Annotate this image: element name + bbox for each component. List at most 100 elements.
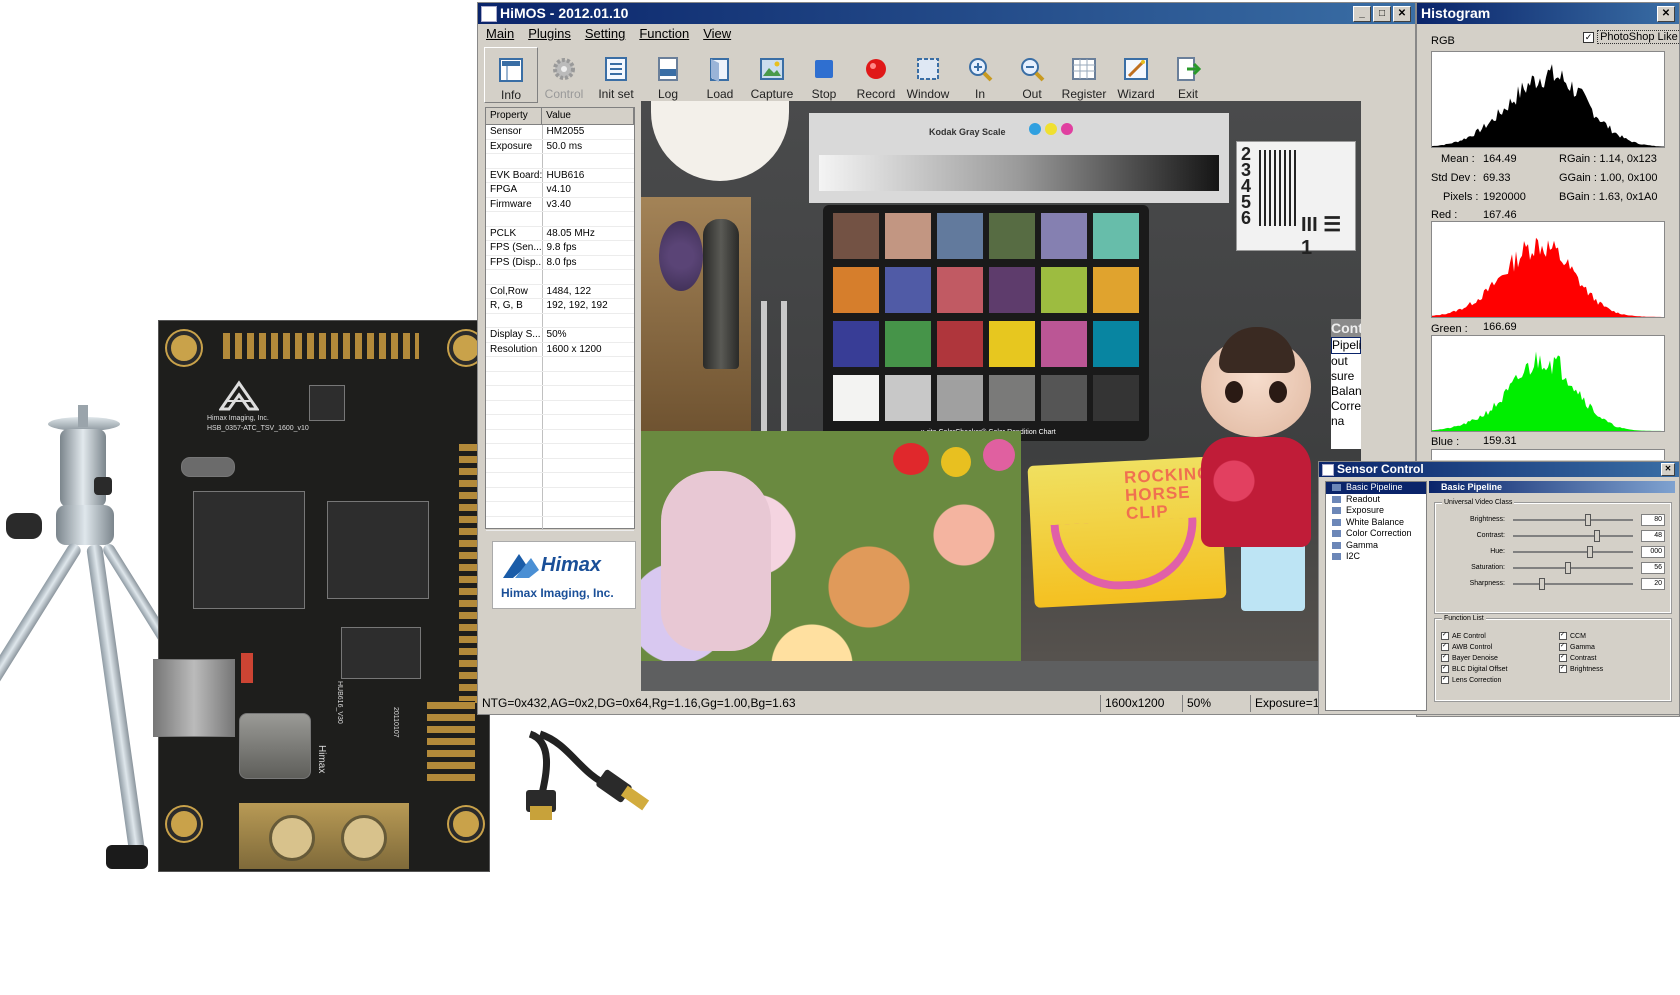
slider-track[interactable]: [1513, 551, 1633, 553]
info-button[interactable]: Info: [484, 47, 538, 103]
slider-value[interactable]: 48: [1641, 530, 1665, 542]
control-button[interactable]: Control: [538, 47, 590, 101]
property-name: Exposure: [486, 139, 543, 153]
slider-track[interactable]: [1513, 567, 1633, 569]
maximize-button[interactable]: □: [1373, 6, 1391, 22]
property-name: Resolution: [486, 342, 543, 356]
init-set-button[interactable]: Init set: [590, 47, 642, 101]
slider-track[interactable]: [1513, 519, 1633, 521]
register-button[interactable]: Register: [1058, 47, 1110, 101]
function-checkbox[interactable]: ✓ AWB Control: [1441, 643, 1492, 651]
slider-thumb[interactable]: [1584, 514, 1591, 526]
tree-item-i2c[interactable]: I2C: [1326, 551, 1426, 563]
property-row[interactable]: Resolution 1600 x 1200: [486, 342, 634, 357]
gray-scale-label: Kodak Gray Scale: [929, 127, 1006, 137]
tree-item-gamma[interactable]: Gamma: [1326, 540, 1426, 552]
slider-track[interactable]: [1513, 583, 1633, 585]
basic-pipeline-panel: Basic Pipeline Universal Video Class Bri…: [1429, 481, 1675, 709]
menu-main[interactable]: Main: [486, 24, 514, 44]
property-value: [543, 270, 634, 284]
color-patch: [989, 321, 1035, 367]
tree-item-readout[interactable]: Readout: [1326, 494, 1426, 506]
close-button[interactable]: ✕: [1393, 6, 1411, 22]
function-checkbox[interactable]: ✓ AE Control: [1441, 632, 1486, 640]
record-button[interactable]: Record: [850, 47, 902, 101]
property-name: FPS (Sen...: [486, 241, 543, 255]
property-row[interactable]: FPS (Disp... 8.0 fps: [486, 255, 634, 270]
slider-value[interactable]: 20: [1641, 578, 1665, 590]
capture-button[interactable]: Capture: [746, 47, 798, 101]
menu-function[interactable]: Function: [639, 24, 689, 44]
property-row[interactable]: Col,Row 1484, 122: [486, 284, 634, 299]
slider-thumb[interactable]: [1594, 530, 1601, 542]
tree-item-exposure[interactable]: Exposure: [1326, 505, 1426, 517]
property-row[interactable]: FPS (Sen... 9.8 fps: [486, 241, 634, 256]
rgb-label: RGB: [1431, 35, 1455, 47]
histogram-close-button[interactable]: ✕: [1657, 6, 1675, 22]
function-checkbox[interactable]: ✓ Bayer Denoise: [1441, 654, 1498, 662]
tree-item-color-correction[interactable]: Color Correction: [1326, 528, 1426, 540]
slider-value[interactable]: 56: [1641, 562, 1665, 574]
property-row[interactable]: EVK Board: HUB616: [486, 168, 634, 183]
register-icon: [1072, 58, 1096, 80]
property-value: HM2055: [546, 126, 585, 137]
slider-thumb[interactable]: [1538, 578, 1545, 590]
gray-scale-card: Kodak Gray Scale: [809, 113, 1229, 203]
record-icon: [866, 59, 886, 79]
function-checkbox[interactable]: ✓ Lens Correction: [1441, 676, 1501, 684]
menu-setting[interactable]: Setting: [585, 24, 625, 44]
property-row[interactable]: [486, 154, 634, 169]
property-row[interactable]: [486, 270, 634, 285]
exit-button[interactable]: Exit: [1162, 47, 1214, 101]
property-row[interactable]: Display S... 50%: [486, 328, 634, 343]
tree-item-white-balance[interactable]: White Balance: [1326, 517, 1426, 529]
slider-value[interactable]: 000: [1641, 546, 1665, 558]
window-titlebar[interactable]: HiMOS - 2012.01.10 _ □ ✕: [478, 3, 1415, 24]
photoshop-like-checkbox[interactable]: ✓ PhotoShop Like: [1583, 30, 1680, 44]
camera-preview[interactable]: Kodak Gray Scale 23456 III ☰ 1 x·rite Co…: [641, 101, 1361, 691]
value-column-header[interactable]: Value: [542, 108, 634, 124]
page-icon: [1332, 541, 1341, 549]
function-checkbox[interactable]: ✓ Gamma: [1559, 643, 1595, 651]
function-checkbox[interactable]: ✓ BLC Digital Offset: [1441, 665, 1508, 673]
slider-track[interactable]: [1513, 535, 1633, 537]
function-checkbox[interactable]: ✓ CCM: [1559, 632, 1586, 640]
slider-thumb[interactable]: [1565, 562, 1572, 574]
empty-row: [486, 458, 634, 473]
bgain-value: BGain : 1.63, 0x1A0: [1559, 191, 1658, 203]
color-patch: [833, 321, 879, 367]
tree-item-basic-pipeline[interactable]: Basic Pipeline: [1326, 482, 1426, 494]
property-row[interactable]: Sensor HM2055: [486, 125, 634, 140]
property-row[interactable]: PCLK 48.05 MHz: [486, 226, 634, 241]
stop-button[interactable]: Stop: [798, 47, 850, 101]
property-column-header[interactable]: Property: [486, 108, 543, 124]
histogram-titlebar[interactable]: Histogram ✕: [1417, 3, 1679, 24]
checkbox-checked-icon: ✓: [1441, 665, 1449, 673]
function-checkbox[interactable]: ✓ Contrast: [1559, 654, 1596, 662]
property-row[interactable]: [486, 313, 634, 328]
window-button[interactable]: Window: [902, 47, 954, 101]
sensor-control-titlebar[interactable]: Sensor Control ✕: [1319, 462, 1679, 477]
menu-plugins[interactable]: Plugins: [528, 24, 571, 44]
function-checkbox[interactable]: ✓ Brightness: [1559, 665, 1603, 673]
wizard-button[interactable]: Wizard: [1110, 47, 1162, 101]
property-row[interactable]: FPGA v4.10: [486, 183, 634, 198]
red-histogram-curve: [1432, 237, 1664, 317]
board-model-text: HSB_0357-ATC_TSV_1600_v10: [207, 425, 309, 432]
property-row[interactable]: R, G, B 192, 192, 192: [486, 299, 634, 314]
color-patch: [1093, 213, 1139, 259]
load-button[interactable]: Load: [694, 47, 746, 101]
minimize-button[interactable]: _: [1353, 6, 1371, 22]
zoom-out-button[interactable]: Out: [1006, 47, 1058, 101]
property-row[interactable]: Exposure 50.0 ms: [486, 139, 634, 154]
zoom-in-button[interactable]: In: [954, 47, 1006, 101]
property-row[interactable]: [486, 212, 634, 227]
property-row[interactable]: Firmware v3.40: [486, 197, 634, 212]
slider-value[interactable]: 80: [1641, 514, 1665, 526]
himos-window: HiMOS - 2012.01.10 _ □ ✕ Main Plugins Se…: [477, 2, 1416, 715]
menu-view[interactable]: View: [703, 24, 731, 44]
log-button[interactable]: Log: [642, 47, 694, 101]
sensor-control-close-button[interactable]: ✕: [1661, 463, 1675, 476]
empty-cell: [543, 357, 634, 371]
slider-thumb[interactable]: [1587, 546, 1594, 558]
